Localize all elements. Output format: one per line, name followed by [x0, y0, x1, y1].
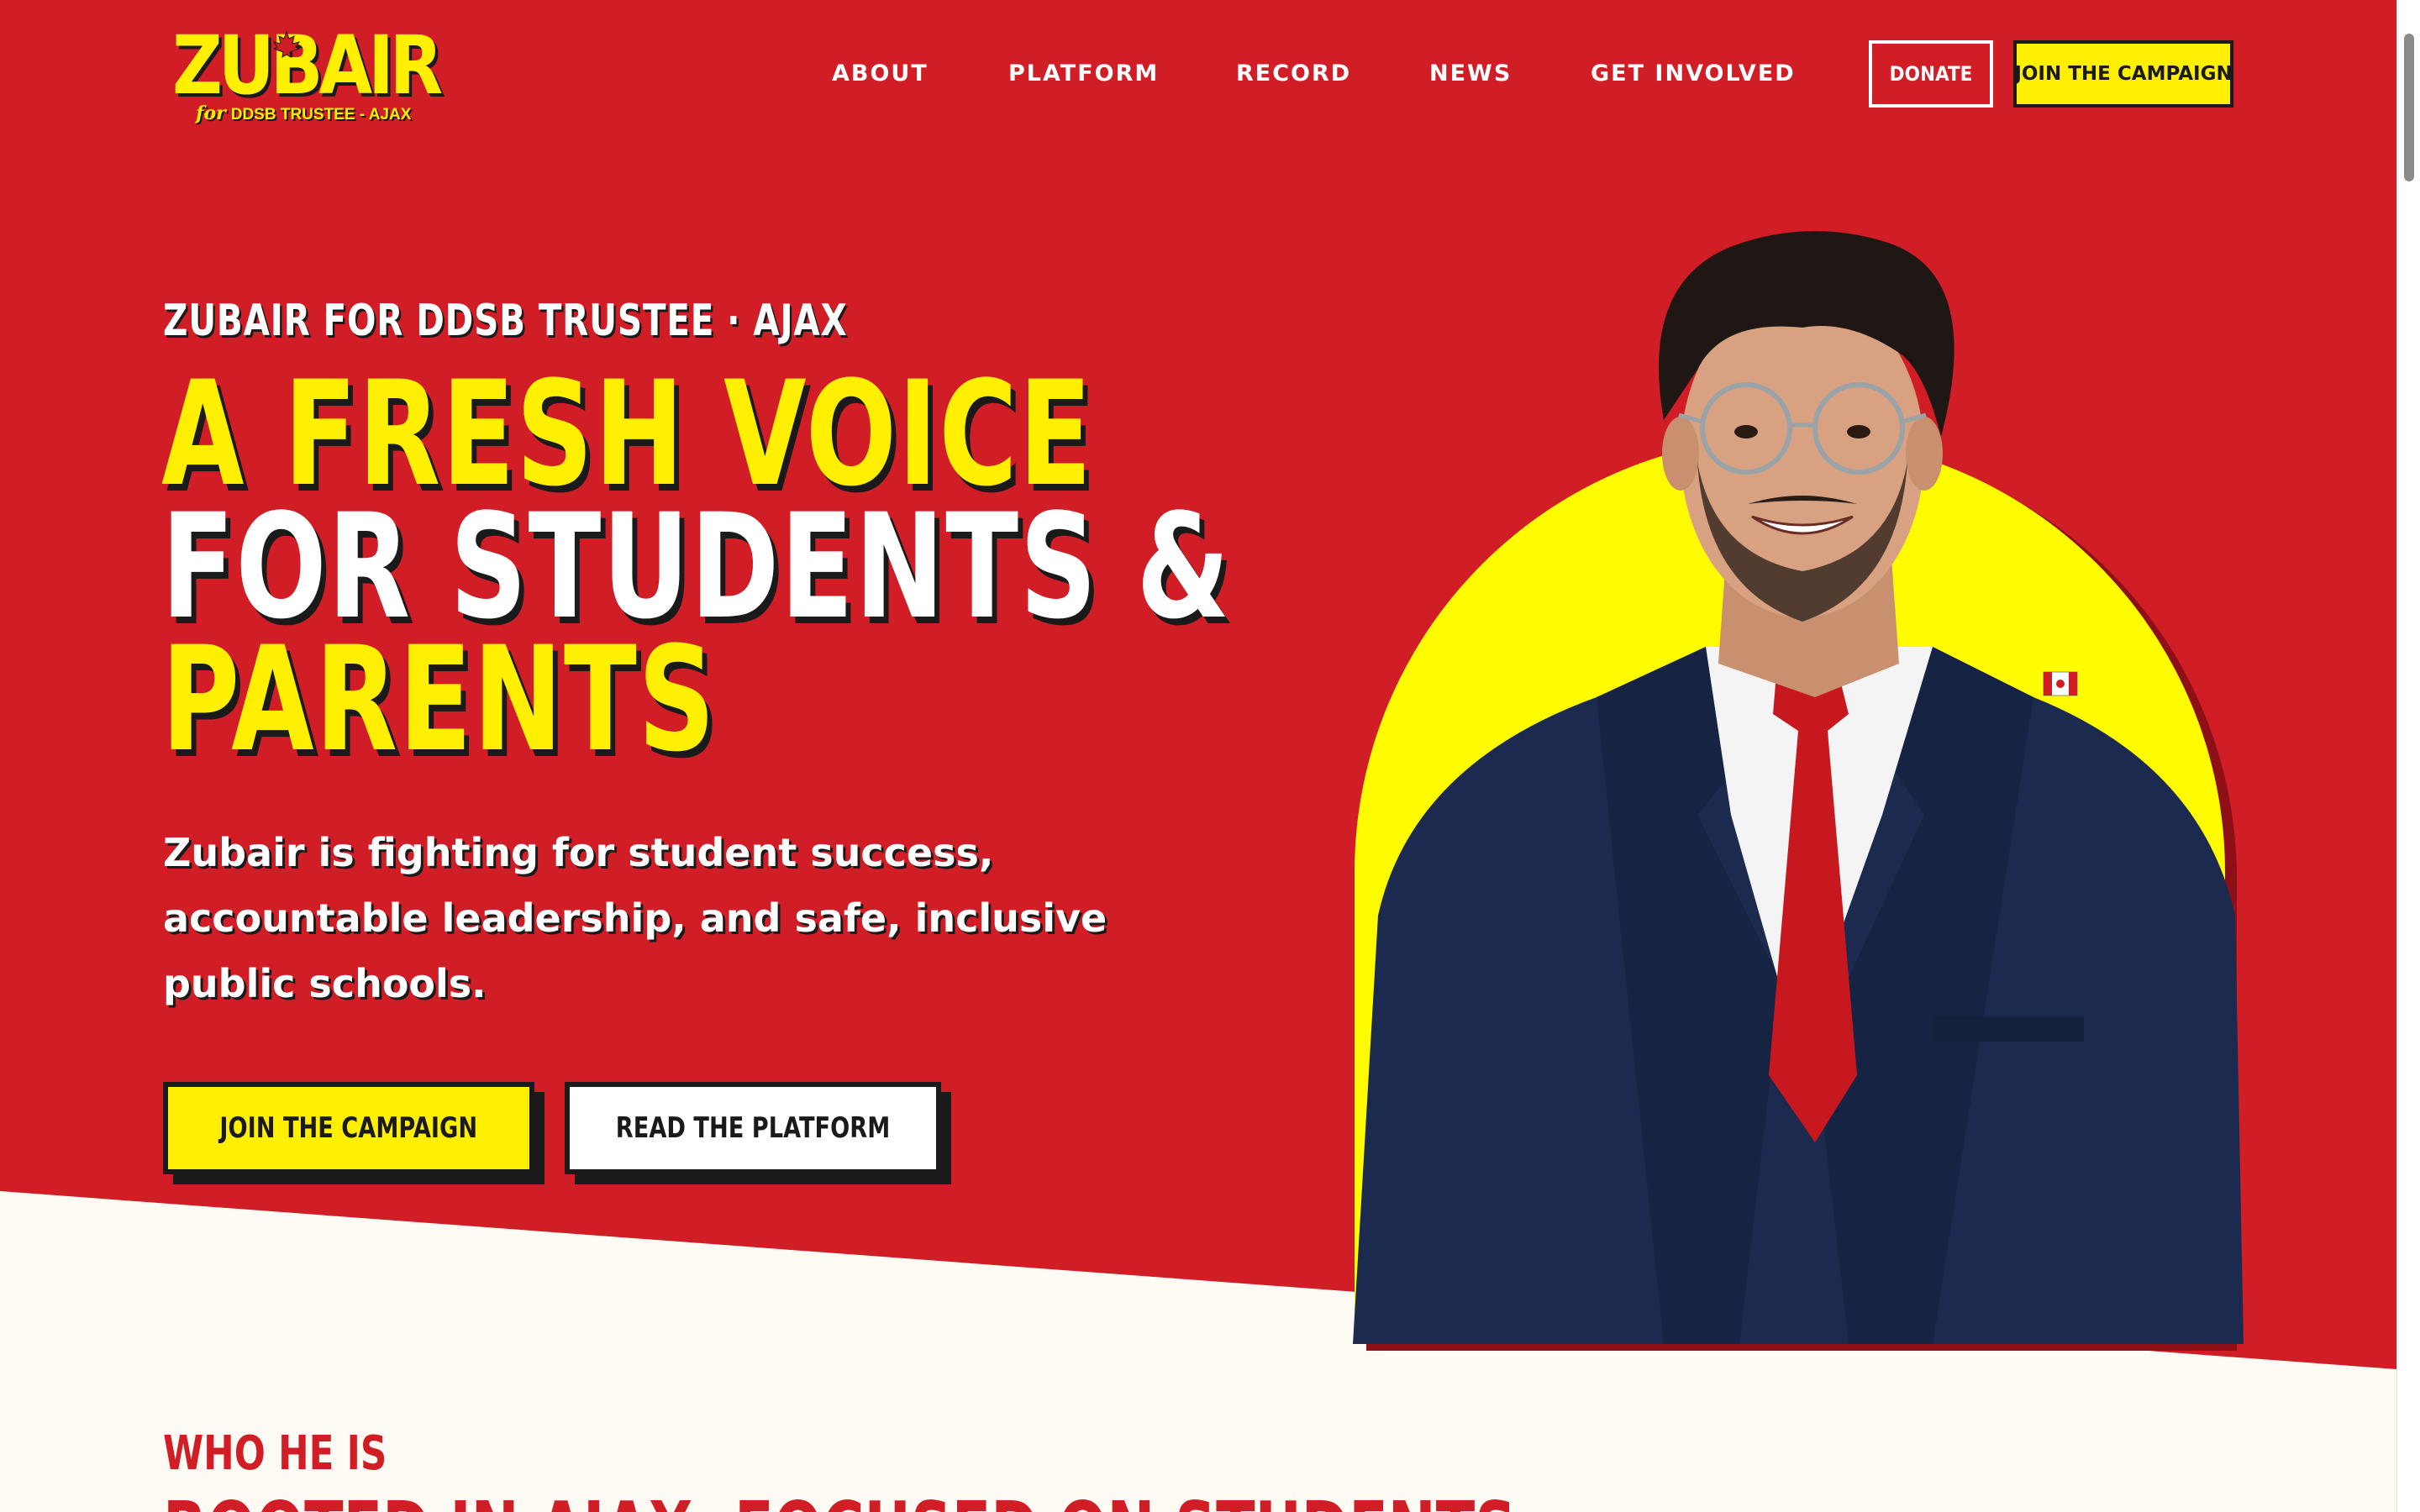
- hero-kicker: ZUBAIR FOR DDSB TRUSTEE · AJAX: [163, 296, 848, 346]
- headline-line-2: FOR STUDENTS &: [161, 482, 1231, 651]
- about-title: ROOTED IN AJAX. FOCUSED ON STUDENTS.: [163, 1485, 1538, 1512]
- nav-about[interactable]: ABOUT: [832, 59, 929, 89]
- logo-for: for: [196, 102, 226, 124]
- read-platform-button[interactable]: READ THE PLATFORM: [565, 1082, 941, 1174]
- page-scrollbar[interactable]: [2396, 0, 2420, 1512]
- page: ZUBAIR for DDSB TRUSTEE - AJAX ABOUT PLAT…: [0, 0, 2396, 1512]
- nav-platform[interactable]: PLATFORM: [1008, 59, 1159, 89]
- maple-leaf-icon: [271, 30, 302, 60]
- candidate-portrait: [1353, 231, 2244, 1344]
- nav-news[interactable]: NEWS: [1429, 59, 1512, 89]
- headline-line-1: A FRESH VOICE: [161, 349, 1093, 518]
- join-campaign-label: JOIN THE CAMPAIGN: [219, 1111, 478, 1145]
- join-campaign-button[interactable]: JOIN THE CAMPAIGN: [163, 1082, 534, 1174]
- about-kicker: WHO HE IS: [163, 1426, 387, 1481]
- hero-lede: Zubair is fighting for student success, …: [163, 830, 1107, 1006]
- read-platform-label: READ THE PLATFORM: [615, 1111, 891, 1145]
- site-logo[interactable]: ZUBAIR for DDSB TRUSTEE - AJAX: [172, 24, 443, 124]
- canada-flag-icon: [2043, 671, 2078, 696]
- headline-line-3: PARENTS: [161, 615, 717, 784]
- logo-wordmark: ZUBAIR: [172, 18, 443, 113]
- hero-headline: A FRESH VOICE FOR STUDENTS & PARENTS: [161, 349, 1231, 784]
- scrollbar-thumb[interactable]: [2404, 34, 2414, 181]
- logo-tagline: for DDSB TRUSTEE - AJAX: [196, 102, 411, 124]
- logo-sub-text: DDSB TRUSTEE - AJAX: [230, 106, 412, 123]
- nav-record[interactable]: RECORD: [1236, 59, 1351, 89]
- header-join-campaign-button[interactable]: JOIN THE CAMPAIGN: [2013, 40, 2233, 108]
- donate-button[interactable]: DONATE: [1869, 40, 1993, 108]
- nav-get-involved[interactable]: GET INVOLVED: [1591, 59, 1796, 89]
